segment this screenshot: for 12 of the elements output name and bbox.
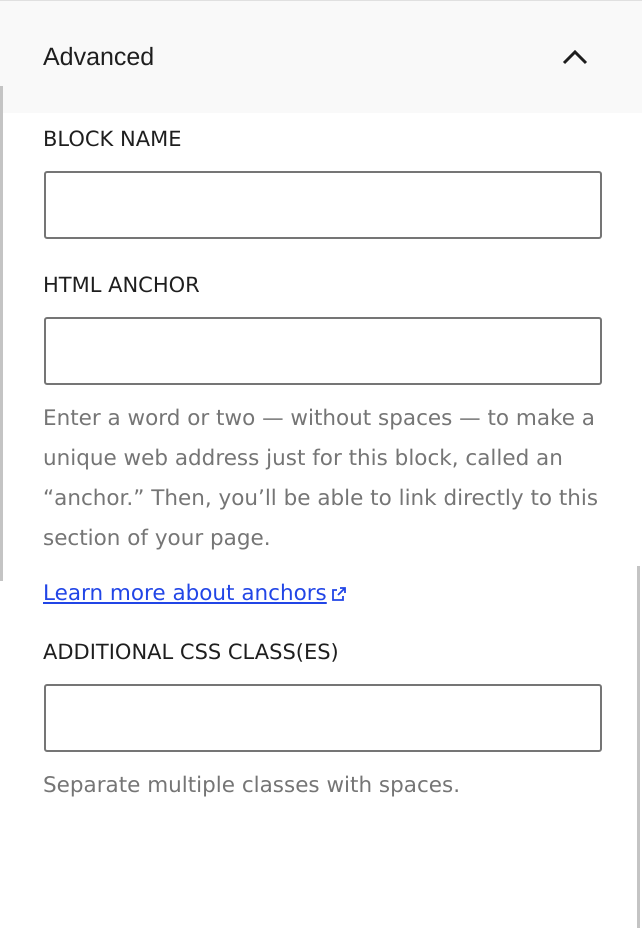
input-field[interactable] (44, 317, 602, 385)
chevron-up-icon (562, 49, 588, 65)
field-label: BLOCK NAME (43, 127, 182, 151)
external-link-icon (330, 586, 347, 602)
input-field[interactable] (44, 684, 602, 752)
input-field[interactable] (44, 171, 602, 239)
help-text: Separate multiple classes with spaces. (43, 772, 462, 800)
field-label: HTML ANCHOR (43, 273, 200, 297)
learn-more-link[interactable]: Learn more about anchors (43, 581, 347, 606)
help-text: Enter a word or two — without spaces — to make a unique web address just for this block, called an “anchor.” Then, you’ll be able to link directly to this section of your page. (43, 405, 600, 553)
field-label: ADDITIONAL CSS CLASS(ES) (43, 640, 339, 664)
panel-header[interactable]: Advanced (0, 1, 642, 113)
